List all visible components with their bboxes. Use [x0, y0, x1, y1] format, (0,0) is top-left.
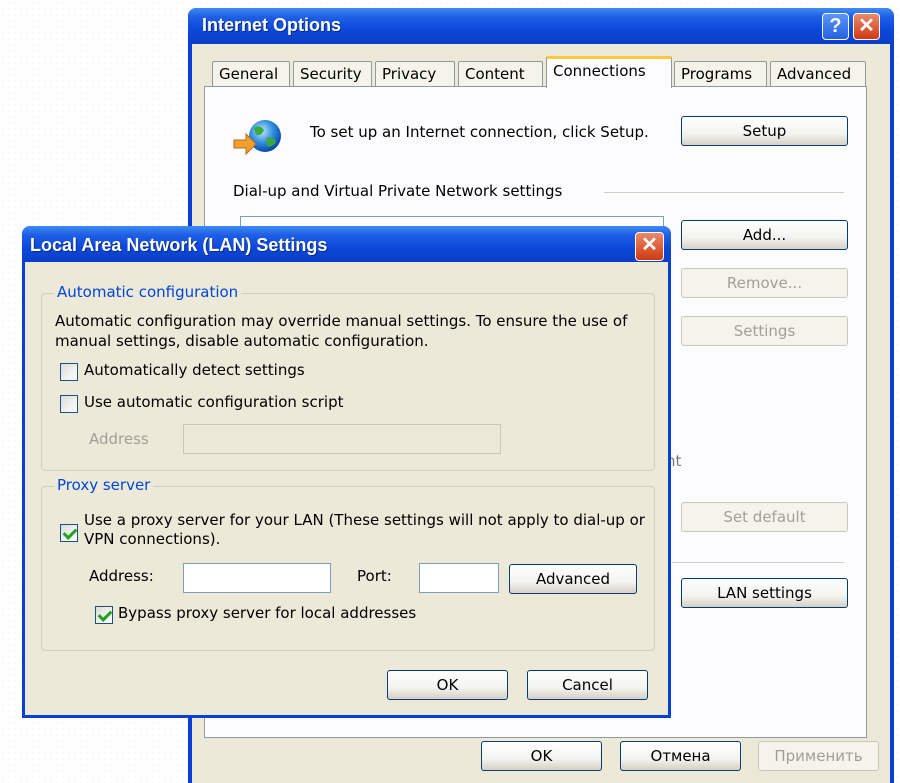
- tab-security[interactable]: Security: [293, 61, 372, 87]
- auto-config-script-checkbox[interactable]: [60, 395, 78, 413]
- lan-close-icon[interactable]: ✕: [635, 232, 664, 261]
- lan-ok-button[interactable]: OK: [387, 670, 508, 700]
- globe-network-icon: [233, 120, 281, 156]
- add-button[interactable]: Add...: [681, 220, 848, 250]
- lan-dialog-titlebar[interactable]: Local Area Network (LAN) Settings ✕: [22, 226, 671, 262]
- lan-settings-dialog: Local Area Network (LAN) Settings ✕ Auto…: [22, 226, 671, 718]
- setup-button[interactable]: Setup: [681, 116, 848, 146]
- internet-options-title: Internet Options: [202, 15, 341, 35]
- use-proxy-label: Use a proxy server for your LAN (These s…: [84, 511, 645, 548]
- auto-config-legend: Automatic configuration: [54, 283, 242, 301]
- proxy-address-label: Address:: [89, 567, 154, 585]
- tab-connections[interactable]: Connections: [546, 56, 672, 88]
- dialup-separator: [604, 192, 844, 193]
- lan-cancel-button[interactable]: Cancel: [527, 670, 648, 700]
- lan-dialog-title: Local Area Network (LAN) Settings: [30, 235, 328, 255]
- ok-button[interactable]: OK: [481, 741, 602, 771]
- auto-config-script-label: Use automatic configuration script: [84, 393, 344, 411]
- settings-button[interactable]: Settings: [681, 316, 848, 346]
- advanced-button[interactable]: Advanced: [509, 564, 637, 594]
- set-default-button[interactable]: Set default: [681, 502, 848, 532]
- tab-programs[interactable]: Programs: [674, 61, 767, 87]
- dialup-section-label: Dial-up and Virtual Private Network sett…: [233, 182, 563, 200]
- auto-detect-checkbox[interactable]: [60, 363, 78, 381]
- bypass-local-checkbox[interactable]: [95, 606, 113, 624]
- remove-button[interactable]: Remove...: [681, 268, 848, 298]
- proxy-port-input[interactable]: [419, 563, 499, 593]
- script-address-input[interactable]: [183, 424, 501, 454]
- proxy-server-legend: Proxy server: [54, 476, 154, 494]
- tab-advanced[interactable]: Advanced: [770, 61, 866, 87]
- help-icon[interactable]: ?: [822, 13, 849, 40]
- tab-general[interactable]: General: [212, 61, 290, 87]
- internet-options-titlebar[interactable]: Internet Options ? ✕: [188, 8, 894, 44]
- cancel-button[interactable]: Отмена: [620, 741, 741, 771]
- tab-privacy[interactable]: Privacy: [375, 61, 455, 87]
- auto-config-description: Automatic configuration may override man…: [55, 312, 628, 350]
- lan-dialog-body: Automatic configuration Automatic config…: [25, 262, 668, 715]
- proxy-port-label: Port:: [357, 567, 392, 585]
- bypass-local-label: Bypass proxy server for local addresses: [118, 604, 417, 622]
- lan-settings-button[interactable]: LAN settings: [681, 578, 848, 608]
- tab-content[interactable]: Content: [458, 61, 543, 87]
- proxy-address-input[interactable]: [183, 563, 331, 593]
- apply-button[interactable]: Применить: [758, 741, 879, 771]
- auto-detect-label: Automatically detect settings: [84, 361, 305, 379]
- lan-separator: [672, 562, 844, 563]
- use-proxy-checkbox[interactable]: [60, 524, 78, 542]
- script-address-label: Address: [89, 430, 149, 448]
- close-icon[interactable]: ✕: [853, 13, 880, 40]
- setup-description: To set up an Internet connection, click …: [310, 123, 649, 141]
